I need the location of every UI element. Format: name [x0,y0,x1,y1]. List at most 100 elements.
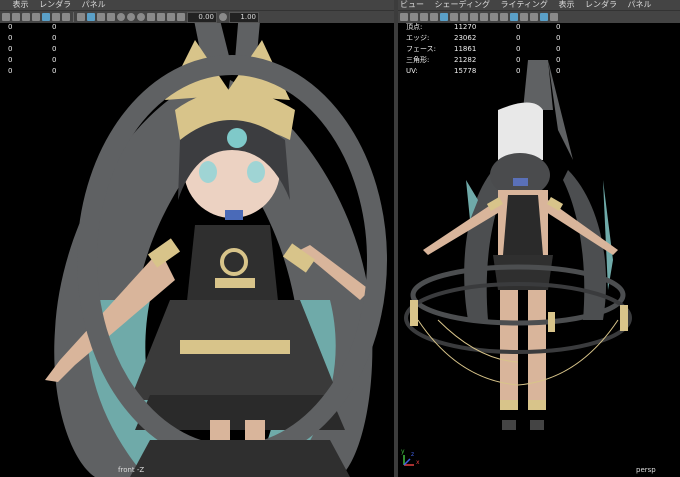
shadow-icon[interactable] [117,13,125,21]
xray-icon[interactable] [157,13,165,21]
hud-row: 00 [8,66,56,77]
axis-y-label: y [401,448,405,455]
safe-title-icon[interactable] [490,13,498,21]
hud-row: 00 [8,55,56,66]
hud-value: 0 [52,34,57,42]
front-view-character [45,0,387,477]
axis-z-label: z [411,451,415,458]
camera-attr-icon[interactable] [12,13,20,21]
lighting-icon[interactable] [107,13,115,21]
hud-value: 11270 [454,23,477,31]
isolate-icon[interactable] [147,13,155,21]
hud-value: 0 [8,56,13,64]
hud-value: 23062 [454,34,477,42]
menu-item-renderer[interactable]: レンダラ [585,0,617,10]
hud-value: 0 [52,67,57,75]
camera-name-label: front -Z [118,466,145,474]
hud-label: 頂点: [406,23,423,31]
motion-blur-icon[interactable] [137,13,145,21]
gamma-icon[interactable] [177,13,185,21]
textured-icon[interactable] [97,13,105,21]
left-panel-toolbar: 0.00 1.00 [0,10,394,23]
hud-value: 0 [516,45,521,53]
hud-value: 0 [556,23,561,31]
hud-row: 00 [8,44,56,55]
hud-value: 0 [516,34,521,42]
camera-name-label: persp [636,466,656,474]
bookmark-icon[interactable] [22,13,30,21]
safe-action-icon[interactable] [480,13,488,21]
camera-icon[interactable] [2,13,10,21]
hud-value: 0 [556,56,561,64]
hud-value: 0 [556,34,561,42]
image-plane-icon[interactable] [430,13,438,21]
hud-row-uvs: UV: 15778 0 0 [406,66,560,77]
hud-value: 0 [556,45,561,53]
camera-attr-icon[interactable] [410,13,418,21]
left-panel-menubar: 表示 レンダラ パネル [0,0,394,10]
hud-value: 0 [8,67,13,75]
camera-icon[interactable] [400,13,408,21]
hud-value: 0 [516,67,521,75]
hud-value: 21282 [454,56,477,64]
hud-value: 0 [52,23,57,31]
wireframe-icon[interactable] [500,13,508,21]
menu-item-panels[interactable]: パネル [82,0,106,10]
left-hud-stats: 00 00 00 00 00 [8,22,56,77]
hud-value: 0 [52,56,57,64]
ambient-occlusion-icon[interactable] [127,13,135,21]
smooth-shade-icon[interactable] [87,13,95,21]
menu-item-view[interactable]: ビュー [400,0,424,10]
hud-value: 0 [556,67,561,75]
hud-label: UV: [406,67,418,75]
hud-row-vertices: 頂点: 11270 0 0 [406,22,560,33]
right-panel-menubar: ビュー シェーディング ライティング 表示 レンダラ パネル [398,0,680,10]
hud-value: 0 [8,45,13,53]
lighting-icon[interactable] [530,13,538,21]
field-chart-icon[interactable] [470,13,478,21]
menu-item-lighting[interactable]: ライティング [501,0,548,10]
bookmark-icon[interactable] [420,13,428,21]
xray-joints-icon[interactable] [167,13,175,21]
hud-value: 0 [516,23,521,31]
menu-item-display[interactable]: 表示 [558,0,574,10]
hud-row: 00 [8,33,56,44]
persp-viewport[interactable]: ビュー シェーディング ライティング 表示 レンダラ パネル 頂点: 11270… [398,0,680,477]
toolbar-separator [73,12,74,22]
persp-hud-stats: 頂点: 11270 0 0 エッジ: 23062 0 0 フェース: 11861… [406,22,560,77]
hud-label: フェース: [406,45,437,53]
menu-item-panels[interactable]: パネル [628,0,652,10]
hud-label: エッジ: [406,34,430,42]
gamma-field[interactable]: 1.00 [229,11,259,23]
xray-icon[interactable] [550,13,558,21]
resolution-gate-icon[interactable] [460,13,468,21]
textured-icon[interactable] [520,13,528,21]
menu-item-shading[interactable]: シェーディング [435,0,490,10]
hud-row: 00 [8,22,56,33]
hud-label: 三角形: [406,56,430,64]
hud-value: 0 [516,56,521,64]
smooth-shade-icon[interactable] [510,13,518,21]
film-gate-icon[interactable] [52,13,60,21]
film-gate-icon[interactable] [450,13,458,21]
hud-row-triangles: 三角形: 21282 0 0 [406,55,560,66]
grid-icon[interactable] [42,13,50,21]
resolution-gate-icon[interactable] [62,13,70,21]
grid-icon[interactable] [440,13,448,21]
gamma-toggle-icon[interactable] [219,13,227,21]
menu-item-renderer[interactable]: レンダラ [39,0,71,10]
exposure-field[interactable]: 0.00 [187,11,217,23]
hud-row-faces: フェース: 11861 0 0 [406,44,560,55]
axis-x-label: x [416,459,420,466]
shadow-icon[interactable] [540,13,548,21]
hud-value: 0 [8,34,13,42]
hud-row-edges: エッジ: 23062 0 0 [406,33,560,44]
hud-value: 11861 [454,45,477,53]
hud-value: 0 [8,23,13,31]
image-plane-icon[interactable] [32,13,40,21]
wireframe-icon[interactable] [77,13,85,21]
hud-value: 0 [52,45,57,53]
hud-value: 15778 [454,67,477,75]
front-viewport[interactable]: 表示 レンダラ パネル 0.00 1.00 00 00 00 00 00 fro… [0,0,394,477]
menu-item-display[interactable]: 表示 [13,0,29,10]
